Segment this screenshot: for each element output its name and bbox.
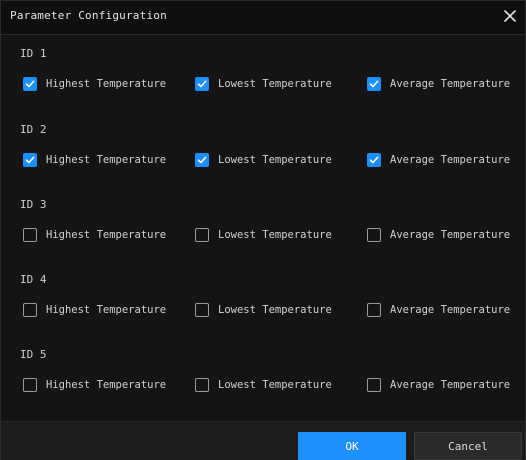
checkbox[interactable] [23,228,37,242]
checkbox[interactable] [195,378,209,392]
group-id-5: ID 5 Highest Temperature Lowest Temperat… [1,348,525,418]
option-highest-temperature[interactable]: Highest Temperature [23,302,166,318]
option-label: Lowest Temperature [218,379,332,391]
group-id-2: ID 2 Highest Temperature Lowest Temperat… [1,123,525,193]
group-id-1: ID 1 Highest Temperature Lowest Temperat… [1,47,525,117]
option-label: Average Temperature [390,304,511,316]
dialog-titlebar: Parameter Configuration [1,1,525,35]
option-label: Highest Temperature [46,379,167,391]
checkmark-icon [25,80,35,88]
checkbox[interactable] [367,153,381,167]
option-average-temperature[interactable]: Average Temperature [367,302,510,318]
option-average-temperature[interactable]: Average Temperature [367,377,510,393]
option-highest-temperature[interactable]: Highest Temperature [23,152,166,168]
checkbox[interactable] [195,153,209,167]
checkbox[interactable] [367,303,381,317]
checkmark-icon [369,80,379,88]
checkbox[interactable] [23,77,37,91]
group-label: ID 3 [20,198,47,211]
checkmark-icon [25,156,35,164]
cancel-button[interactable]: Cancel [414,432,522,460]
group-label: ID 4 [20,273,47,286]
checkbox[interactable] [367,228,381,242]
option-lowest-temperature[interactable]: Lowest Temperature [195,227,332,243]
option-label: Average Temperature [390,229,511,241]
group-label: ID 2 [20,123,47,136]
option-highest-temperature[interactable]: Highest Temperature [23,377,166,393]
option-highest-temperature[interactable]: Highest Temperature [23,76,166,92]
option-label: Lowest Temperature [218,229,332,241]
checkbox[interactable] [195,77,209,91]
dialog-title: Parameter Configuration [10,9,167,22]
close-icon [504,10,516,22]
checkbox[interactable] [23,153,37,167]
option-average-temperature[interactable]: Average Temperature [367,227,510,243]
checkbox[interactable] [195,228,209,242]
group-id-3: ID 3 Highest Temperature Lowest Temperat… [1,198,525,268]
checkbox[interactable] [367,378,381,392]
option-label: Average Temperature [390,78,511,90]
option-label: Highest Temperature [46,78,167,90]
ok-button[interactable]: OK [298,432,406,460]
option-label: Average Temperature [390,379,511,391]
option-lowest-temperature[interactable]: Lowest Temperature [195,302,332,318]
parameter-configuration-dialog: Parameter Configuration ID 1 Highest Tem… [0,0,526,460]
option-label: Lowest Temperature [218,304,332,316]
option-label: Lowest Temperature [218,78,332,90]
group-label: ID 5 [20,348,47,361]
option-average-temperature[interactable]: Average Temperature [367,152,510,168]
option-highest-temperature[interactable]: Highest Temperature [23,227,166,243]
option-average-temperature[interactable]: Average Temperature [367,76,510,92]
option-lowest-temperature[interactable]: Lowest Temperature [195,377,332,393]
option-label: Highest Temperature [46,154,167,166]
option-lowest-temperature[interactable]: Lowest Temperature [195,152,332,168]
checkmark-icon [197,80,207,88]
group-label: ID 1 [20,47,47,60]
option-label: Lowest Temperature [218,154,332,166]
dialog-footer: OK Cancel [1,421,525,460]
checkbox[interactable] [195,303,209,317]
option-lowest-temperature[interactable]: Lowest Temperature [195,76,332,92]
checkmark-icon [197,156,207,164]
checkmark-icon [369,156,379,164]
option-label: Average Temperature [390,154,511,166]
close-button[interactable] [499,5,521,27]
option-label: Highest Temperature [46,229,167,241]
option-label: Highest Temperature [46,304,167,316]
checkbox[interactable] [23,378,37,392]
checkbox[interactable] [23,303,37,317]
checkbox[interactable] [367,77,381,91]
group-id-4: ID 4 Highest Temperature Lowest Temperat… [1,273,525,343]
